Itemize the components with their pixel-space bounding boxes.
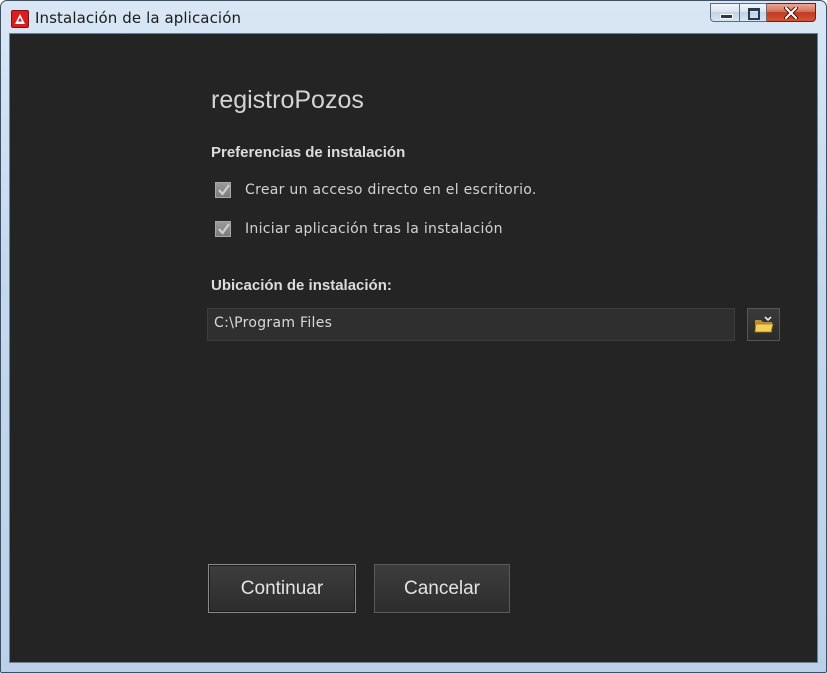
checkmark-icon (218, 223, 230, 235)
installer-content: registroPozos Preferencias de instalació… (9, 33, 818, 663)
create-shortcut-label: Crear un acceso directo en el escritorio… (245, 182, 537, 198)
preferences-heading: Preferencias de instalación (211, 144, 406, 161)
launch-after-install-option[interactable]: Iniciar aplicación tras la instalación (215, 220, 503, 238)
continue-button[interactable]: Continuar (208, 564, 356, 613)
app-name: registroPozos (211, 86, 364, 114)
maximize-icon (748, 8, 760, 20)
launch-after-install-checkbox[interactable] (215, 221, 231, 237)
title-bar[interactable]: Instalación de la aplicación (1, 1, 826, 34)
create-shortcut-option[interactable]: Crear un acceso directo en el escritorio… (215, 181, 537, 199)
close-button[interactable] (767, 3, 816, 22)
window-title: Instalación de la aplicación (35, 9, 242, 27)
folder-icon (754, 316, 774, 333)
window-controls (710, 3, 816, 23)
location-heading: Ubicación de instalación: (211, 277, 392, 294)
browse-button[interactable] (747, 308, 780, 341)
cancel-button[interactable]: Cancelar (374, 564, 510, 613)
checkmark-icon (218, 184, 230, 196)
installer-window: Instalación de la aplicación registroPoz… (0, 0, 827, 673)
minimize-button[interactable] (710, 3, 740, 22)
adobe-air-icon (11, 10, 29, 28)
launch-after-install-label: Iniciar aplicación tras la instalación (245, 221, 503, 237)
install-location-field[interactable]: C:\Program Files (207, 308, 735, 341)
close-icon (784, 7, 798, 19)
minimize-icon (720, 14, 733, 19)
maximize-button[interactable] (740, 3, 767, 22)
create-shortcut-checkbox[interactable] (215, 182, 231, 198)
